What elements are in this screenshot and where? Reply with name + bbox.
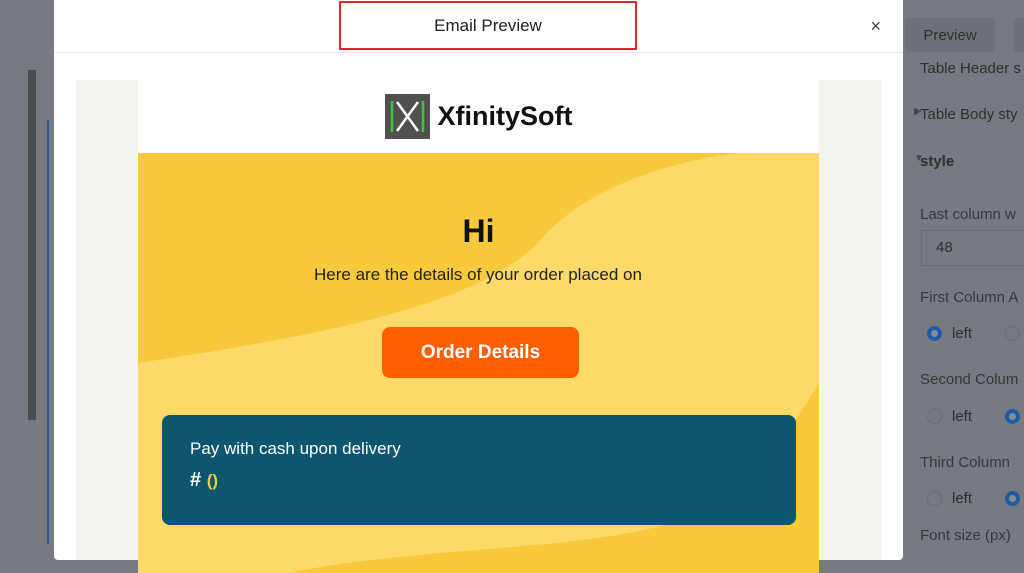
order-id: () — [206, 471, 219, 490]
section-label: Table Body sty — [920, 106, 1018, 123]
radio-third-other[interactable] — [1005, 491, 1020, 506]
radio-third-left[interactable] — [927, 491, 942, 506]
radio-second-left[interactable] — [927, 409, 942, 424]
email-logo: XfinitySoft — [138, 80, 819, 153]
email-preview-frame: XfinitySoft Hi Here are the details of y… — [76, 80, 881, 573]
radio-label: left — [952, 408, 973, 425]
toolbar-button[interactable] — [1014, 18, 1024, 52]
third-column-label: Third Column — [920, 454, 1011, 471]
last-column-input[interactable]: 48 — [921, 230, 1024, 266]
email-hero: Hi Here are the details of your order pl… — [138, 153, 819, 573]
font-size-label: Font size (px) — [920, 527, 1011, 544]
radio-label: left — [952, 490, 973, 507]
first-column-label: First Column A — [920, 289, 1019, 306]
brand-name: XfinitySoft — [437, 101, 573, 131]
intro-text: Here are the details of your order place… — [314, 265, 642, 284]
email-preview-modal: Email Preview × XfinitySoft Hi Here are … — [54, 0, 903, 573]
radio-label: left — [952, 325, 973, 342]
radio-second-other[interactable] — [1005, 409, 1020, 424]
radio-first-other[interactable] — [1005, 326, 1020, 341]
xfinitysoft-logo-icon — [384, 94, 430, 139]
close-icon[interactable]: × — [870, 16, 881, 37]
greeting: Hi — [462, 213, 495, 249]
modal-title: Email Preview — [339, 1, 637, 50]
radio-first-left[interactable] — [927, 326, 942, 341]
section-label: style — [920, 153, 955, 170]
canvas-selection-border — [47, 120, 49, 544]
caret-down-icon: ▼ — [914, 153, 924, 164]
section-style[interactable]: ▼ style — [914, 153, 955, 170]
scrollbar[interactable] — [28, 70, 36, 420]
order-number: # () — [190, 469, 768, 492]
caret-right-icon: ▶ — [914, 106, 922, 117]
order-details-button[interactable]: Order Details — [382, 327, 579, 378]
email-body: XfinitySoft Hi Here are the details of y… — [138, 80, 819, 573]
hash: # — [190, 469, 202, 491]
payment-card: Pay with cash upon delivery # () — [162, 415, 796, 525]
last-column-label: Last column w — [920, 206, 1016, 223]
section-table-body[interactable]: ▶ Table Body sty — [914, 106, 1018, 123]
preview-button[interactable]: Preview — [905, 18, 995, 52]
payment-method: Pay with cash upon delivery — [190, 439, 401, 458]
modal-header: Email Preview × — [54, 0, 903, 53]
section-table-header[interactable]: Table Header s — [920, 60, 1021, 77]
second-column-label: Second Colum — [920, 371, 1019, 388]
